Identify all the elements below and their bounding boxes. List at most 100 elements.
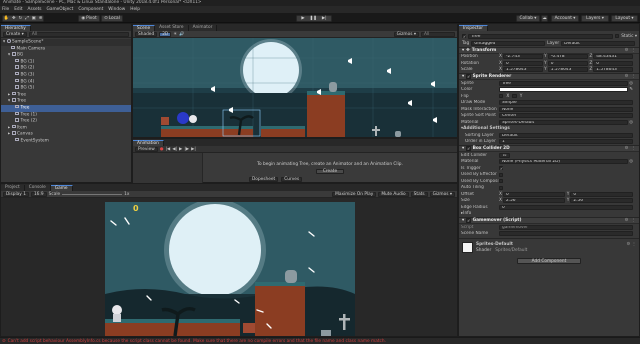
object-name-input[interactable]: Tree: [468, 33, 613, 39]
hierarchy-item[interactable]: ▾ SampleScene*: [1, 39, 131, 46]
draw-mode-dropdown[interactable]: Simple: [499, 100, 633, 106]
edit-collider-button[interactable]: ⊡: [499, 152, 510, 158]
hierarchy-item[interactable]: ▾ BG: [1, 52, 131, 59]
size-y-input[interactable]: 2.56: [570, 198, 633, 204]
order-in-layer-input[interactable]: 1: [499, 139, 633, 145]
tab-project[interactable]: Project: [1, 184, 25, 191]
aspect-dropdown[interactable]: 16:9: [30, 191, 47, 197]
tab-hierarchy[interactable]: Hierarchy: [1, 24, 31, 31]
hierarchy-item[interactable]: BG (2): [1, 65, 131, 72]
tab-inspector[interactable]: Inspector: [459, 24, 489, 31]
last-key-icon[interactable]: ▶|: [191, 147, 196, 152]
sorting-layer-dropdown[interactable]: Default: [499, 132, 633, 138]
component-menu-icon[interactable]: ⚙ ⋮: [625, 74, 636, 79]
hierarchy-create-button[interactable]: Create ▾: [3, 31, 27, 37]
is-trigger-checkbox[interactable]: ✓: [499, 166, 504, 171]
offset-y-input[interactable]: 0: [570, 191, 633, 197]
flip-x-checkbox[interactable]: [499, 94, 504, 99]
cloud-icon[interactable]: ☁: [541, 14, 548, 22]
tab-console[interactable]: Console: [24, 184, 51, 191]
menu-gameobject[interactable]: GameObject: [47, 7, 74, 12]
used-by-composite-checkbox[interactable]: [499, 179, 504, 184]
create-clip-button[interactable]: Create: [315, 169, 345, 174]
position-z-input[interactable]: 48.43431: [593, 54, 634, 60]
space-toggle[interactable]: ⊙ Local: [101, 14, 123, 22]
account-dropdown[interactable]: Account ▾: [551, 14, 579, 22]
color-swatch[interactable]: [499, 87, 628, 93]
rotation-y-input[interactable]: 0: [547, 60, 588, 66]
hierarchy-item[interactable]: BG (1): [1, 58, 131, 66]
layout-dropdown[interactable]: Layout ▾: [611, 14, 638, 22]
sprite-material-field[interactable]: Sprites-Default: [499, 119, 628, 125]
static-checkbox[interactable]: [614, 33, 620, 39]
menu-assets[interactable]: Assets: [28, 7, 42, 12]
sort-point-dropdown[interactable]: Center: [499, 113, 633, 119]
gamemover-enabled-checkbox[interactable]: ✓: [466, 218, 471, 223]
maximize-on-play-toggle[interactable]: Maximize On Play: [332, 191, 377, 197]
game-gizmos-dropdown[interactable]: Gizmos ▾: [429, 191, 455, 197]
menu-help[interactable]: Help: [130, 7, 140, 12]
hand-tool-icon[interactable]: ✋: [4, 16, 9, 21]
hierarchy-item[interactable]: ▸ Canvas: [1, 131, 131, 138]
material-menu-icon[interactable]: ⚙ ⋮: [626, 242, 636, 253]
2d-toggle[interactable]: 2D: [159, 31, 172, 37]
audio-icon[interactable]: 🔊: [179, 32, 184, 37]
rotation-x-input[interactable]: 0: [502, 60, 543, 66]
menu-component[interactable]: Component: [78, 7, 103, 12]
edge-radius-input[interactable]: 0: [499, 204, 633, 210]
rotation-z-input[interactable]: 0: [593, 60, 634, 66]
step-icon[interactable]: ▶|: [322, 16, 327, 21]
box-collider-header[interactable]: ▾ ✓ Box Collider 2D ⚙ ⋮: [459, 145, 639, 152]
scene-gizmos-dropdown[interactable]: Gizmos ▾: [393, 31, 419, 37]
object-picker-icon[interactable]: ◎: [629, 120, 633, 125]
object-picker-icon[interactable]: ◎: [629, 81, 633, 86]
scene-search-input[interactable]: All: [421, 31, 455, 37]
auto-tiling-checkbox[interactable]: [499, 185, 504, 190]
tab-animation[interactable]: Animation: [133, 139, 164, 146]
layer-dropdown[interactable]: Default: [561, 40, 636, 46]
stats-toggle[interactable]: Stats: [410, 191, 428, 197]
object-picker-icon[interactable]: ◎: [629, 159, 633, 164]
prev-key-icon[interactable]: ◀|: [172, 147, 177, 152]
gamemover-header[interactable]: ▾ ✓ Gamemover (Script) ⚙ ⋮: [459, 217, 639, 224]
rotate-tool-icon[interactable]: ↻: [19, 16, 23, 21]
offset-x-input[interactable]: 0: [502, 191, 566, 197]
static-dropdown[interactable]: Static ▾: [621, 34, 639, 39]
curves-tab[interactable]: Curves: [281, 177, 303, 182]
hierarchy-item[interactable]: ▸ Item: [1, 124, 131, 132]
hierarchy-item-selected[interactable]: Tree: [1, 104, 131, 112]
dopesheet-tab[interactable]: Dopesheet: [249, 177, 279, 182]
anim-play-icon[interactable]: ▶: [179, 147, 182, 152]
tab-scene[interactable]: Scene: [133, 24, 156, 31]
hierarchy-item[interactable]: EventSystem: [1, 137, 131, 145]
record-icon[interactable]: ●: [160, 147, 164, 152]
play-icon[interactable]: ▶: [301, 16, 304, 21]
next-key-icon[interactable]: |▶: [184, 147, 189, 152]
scale-slider[interactable]: [62, 193, 123, 195]
scale-y-input[interactable]: 1.578643: [547, 67, 588, 73]
shading-mode-dropdown[interactable]: Shaded: [135, 31, 158, 37]
collider-material-field[interactable]: None (Physics Material 2D): [499, 159, 628, 165]
mute-audio-toggle[interactable]: Mute Audio: [378, 191, 409, 197]
preview-toggle[interactable]: Preview: [135, 146, 158, 152]
transform-header[interactable]: ▾ ✥ Transform ⚙ ⋮: [459, 46, 639, 54]
menu-file[interactable]: File: [2, 7, 9, 12]
scale-x-input[interactable]: 1.578643: [502, 67, 543, 73]
light-icon[interactable]: ☀: [173, 32, 177, 37]
scene-viewport[interactable]: [133, 38, 457, 137]
layers-dropdown[interactable]: Layers ▾: [581, 14, 609, 22]
game-viewport[interactable]: 0: [105, 202, 355, 336]
component-menu-icon[interactable]: ⚙ ⋮: [625, 146, 636, 151]
position-y-input[interactable]: -0.478: [547, 54, 588, 60]
transform-tool-icon[interactable]: ⊕: [39, 16, 43, 21]
tag-dropdown[interactable]: Untagged: [471, 40, 546, 46]
hierarchy-search-input[interactable]: All: [28, 31, 129, 37]
menu-window[interactable]: Window: [108, 7, 125, 12]
size-x-input[interactable]: 2.56: [502, 198, 566, 204]
pivot-toggle[interactable]: ◉ Pivot: [78, 14, 100, 22]
position-x-input[interactable]: -2.743: [502, 54, 543, 60]
tab-game[interactable]: Game: [50, 184, 73, 191]
sprite-field[interactable]: Tree: [499, 80, 628, 86]
hierarchy-item[interactable]: ▸ Tree: [1, 91, 131, 99]
tab-animator[interactable]: Animator: [188, 24, 218, 31]
